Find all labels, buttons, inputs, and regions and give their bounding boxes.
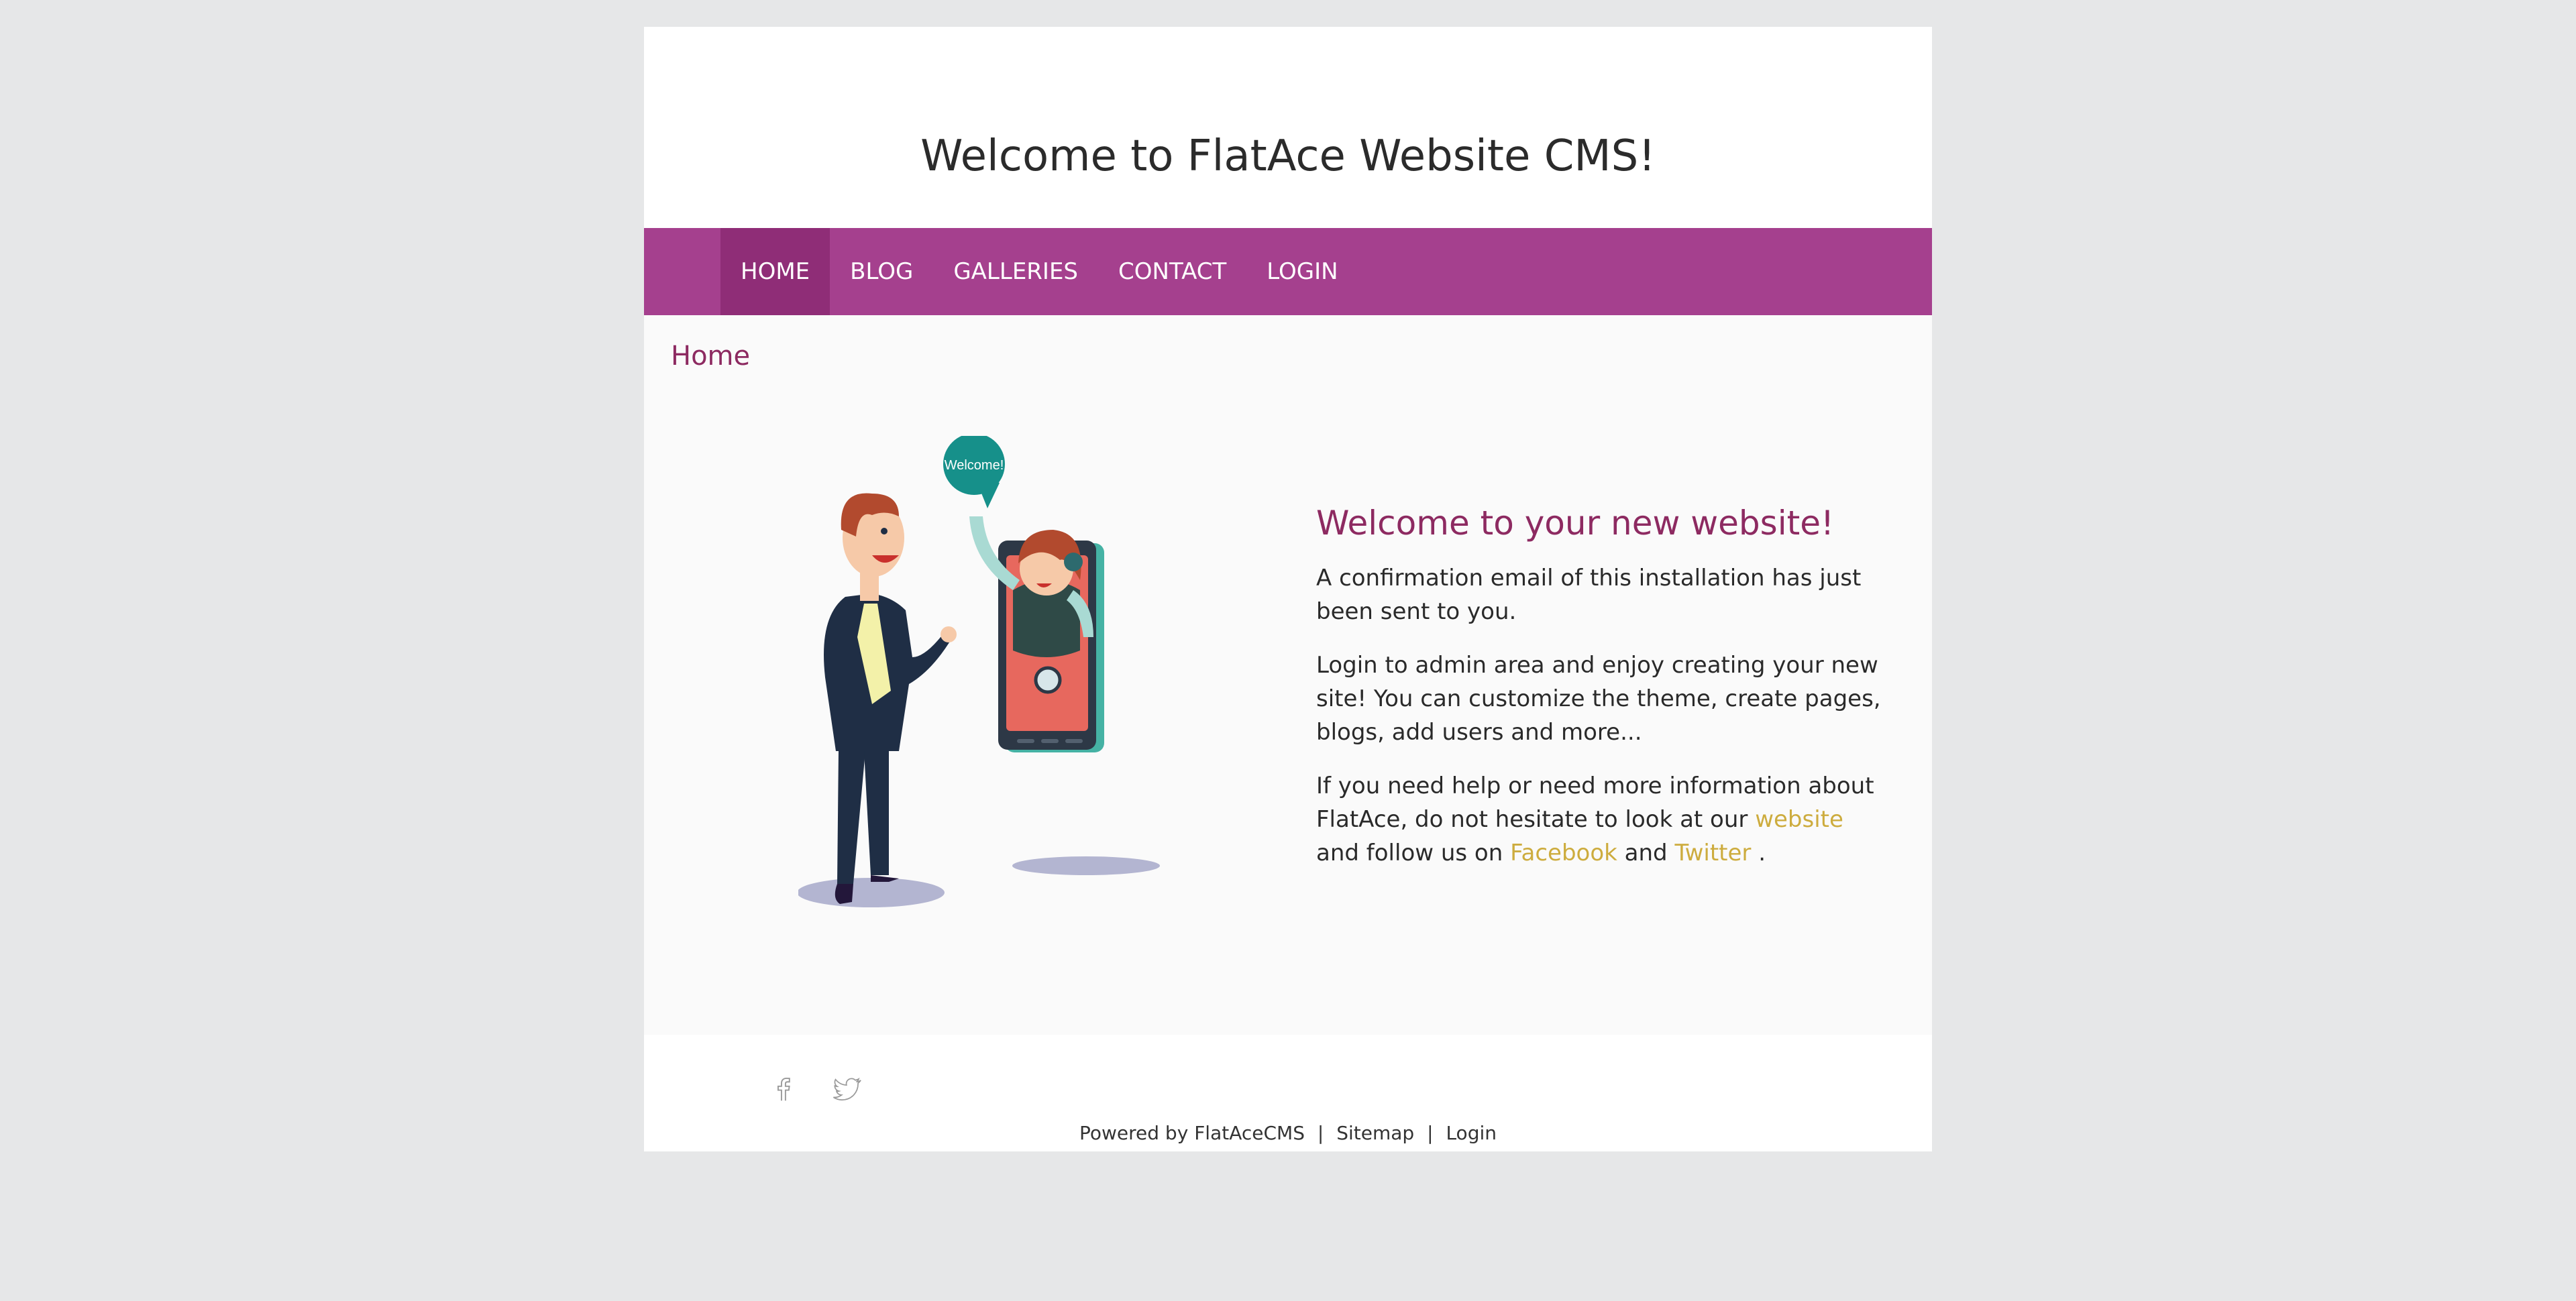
nav-item-galleries[interactable]: GALLERIES xyxy=(933,228,1098,315)
footer-login-link[interactable]: Login xyxy=(1446,1122,1497,1144)
call-icon xyxy=(1034,666,1062,694)
man-eye xyxy=(881,528,888,534)
nav-item-blog[interactable]: BLOG xyxy=(830,228,933,315)
help-text-part: and xyxy=(1624,840,1668,866)
facebook-icon[interactable] xyxy=(768,1074,799,1105)
help-text-part: . xyxy=(1758,840,1766,866)
main-content: Home Welcome! Welcome to your new websit… xyxy=(644,315,1932,1035)
page-container: Welcome to FlatAce Website CMS! HOME BLO… xyxy=(644,27,1932,1151)
facebook-link[interactable]: Facebook xyxy=(1510,840,1617,866)
site-footer: Powered by FlatAceCMS | Sitemap | Login xyxy=(644,1035,1932,1151)
footer-credits: Powered by FlatAceCMS | Sitemap | Login xyxy=(644,1122,1932,1144)
nav-item-login[interactable]: LOGIN xyxy=(1246,228,1358,315)
man-shoe-left xyxy=(835,884,853,904)
confirmation-paragraph: A confirmation email of this installatio… xyxy=(1316,565,1862,625)
man-jacket xyxy=(824,593,953,751)
twitter-link[interactable]: Twitter xyxy=(1674,840,1751,866)
welcome-heading: Welcome to your new website! xyxy=(1316,504,1834,543)
nav-item-contact[interactable]: CONTACT xyxy=(1098,228,1246,315)
main-navigation: HOME BLOG GALLERIES CONTACT LOGIN xyxy=(644,228,1932,315)
man-leg-right xyxy=(864,751,889,875)
website-link[interactable]: website xyxy=(1755,806,1843,833)
speech-bubble-text: Welcome! xyxy=(945,458,1004,473)
nav-list: HOME BLOG GALLERIES CONTACT LOGIN xyxy=(720,228,1358,315)
login-paragraph: Login to admin area and enjoy creating y… xyxy=(1316,652,1881,746)
sitemap-link[interactable]: Sitemap xyxy=(1336,1122,1414,1144)
flatacecms-link[interactable]: FlatAceCMS xyxy=(1194,1122,1305,1144)
headset-icon xyxy=(1064,553,1083,571)
nav-item-home[interactable]: HOME xyxy=(720,228,830,315)
site-title: Welcome to FlatAce Website CMS! xyxy=(920,131,1656,181)
man-hand xyxy=(941,626,957,642)
site-header: Welcome to FlatAce Website CMS! xyxy=(644,27,1932,228)
man-shadow xyxy=(798,878,945,907)
help-paragraph: If you need help or need more informatio… xyxy=(1316,769,1893,870)
phone-shadow xyxy=(1012,856,1160,875)
powered-by-text: Powered by xyxy=(1079,1122,1189,1144)
footer-separator: | xyxy=(1427,1122,1434,1144)
help-text-part: and follow us on xyxy=(1316,840,1503,866)
phone-button xyxy=(1017,739,1034,743)
phone-button xyxy=(1041,739,1059,743)
welcome-illustration: Welcome! xyxy=(798,436,1160,907)
breadcrumb: Home xyxy=(671,341,751,372)
man-leg-left xyxy=(837,751,865,884)
social-links xyxy=(768,1074,862,1105)
welcome-section: Welcome to your new website! A confirmat… xyxy=(1316,500,1893,890)
footer-separator: | xyxy=(1317,1122,1324,1144)
phone-button xyxy=(1065,739,1083,743)
twitter-icon[interactable] xyxy=(831,1074,862,1105)
